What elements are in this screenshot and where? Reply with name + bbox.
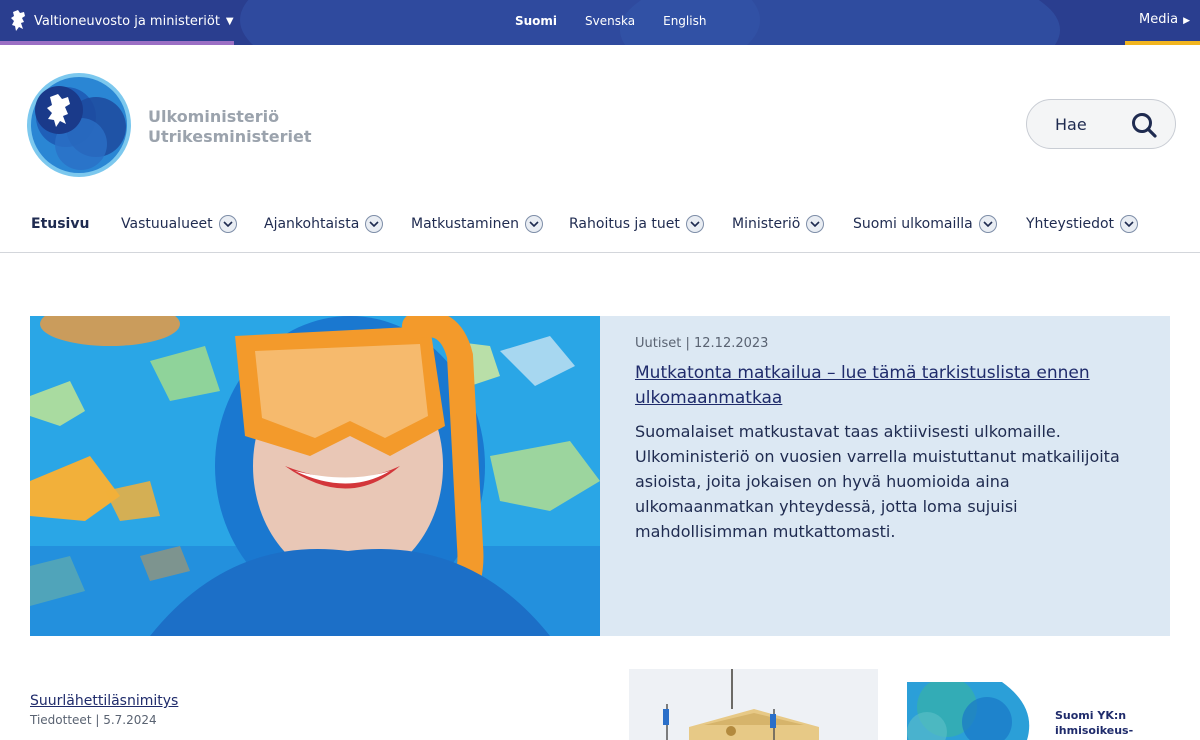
search-label: Hae <box>1055 114 1087 134</box>
caret-right-icon: ▶ <box>1183 16 1190 26</box>
nav-item-label: Ministeriö <box>732 216 801 232</box>
snorkel-photo-illustration <box>30 316 600 636</box>
news-card-image[interactable] <box>629 669 878 740</box>
chevron-down-icon[interactable] <box>685 215 704 233</box>
hero-date: 12.12.2023 <box>694 336 769 351</box>
nav-item-label: Vastuualueet <box>121 216 213 232</box>
nav-item-ministerio[interactable]: Ministeriö <box>732 213 825 235</box>
news-item-meta: Tiedotteet | 5.7.2024 <box>30 713 157 727</box>
nav-item-label: Ajankohtaista <box>264 216 360 232</box>
un-card-title-line: ihmisoikeus- <box>1055 724 1134 737</box>
nav-item-yhteystiedot[interactable]: Yhteystiedot <box>1026 213 1139 235</box>
chevron-down-icon[interactable] <box>218 215 237 233</box>
media-underline <box>1125 41 1200 45</box>
top-bar: Valtioneuvosto ja ministeriöt ▼ Suomi Sv… <box>0 0 1200 45</box>
nav-item-label: Etusivu <box>31 216 90 232</box>
nav-item-label: Rahoitus ja tuet <box>569 216 680 232</box>
language-english[interactable]: English <box>663 14 706 28</box>
language-switcher: Suomi Svenska English <box>515 14 706 28</box>
caret-down-icon: ▼ <box>225 15 234 27</box>
main-navigation: Etusivu Vastuualueet Ajankohtaista Matku… <box>0 206 1200 253</box>
nav-item-matkustaminen[interactable]: Matkustaminen <box>411 213 543 235</box>
organization-name-fi: Ulkoministeriö <box>148 107 280 126</box>
un-card-title: Suomi YK:n ihmisoikeus- <box>1055 708 1133 738</box>
government-menu-label: Valtioneuvosto ja ministeriöt <box>34 13 220 29</box>
chevron-down-icon[interactable] <box>524 215 543 233</box>
ministry-logo[interactable] <box>26 72 134 178</box>
featured-news: Uutiset | 12.12.2023 Mutkatonta matkailu… <box>30 316 1170 636</box>
chevron-down-icon[interactable] <box>1120 215 1139 233</box>
news-card-un[interactable]: Suomi YK:n ihmisoikeus- <box>907 682 1170 740</box>
language-svenska[interactable]: Svenska <box>585 14 635 28</box>
hero-category: Uutiset <box>635 336 682 351</box>
organization-name-sv: Utrikesministeriet <box>148 127 312 146</box>
nav-item-etusivu[interactable]: Etusivu <box>31 213 89 235</box>
media-label: Media <box>1139 12 1179 27</box>
nav-item-rahoitus-ja-tuet[interactable]: Rahoitus ja tuet <box>569 213 704 235</box>
government-menu-button[interactable]: Valtioneuvosto ja ministeriöt ▼ <box>10 8 234 34</box>
government-menu-underline <box>0 41 234 45</box>
chevron-down-icon[interactable] <box>978 215 997 233</box>
news-item-link[interactable]: Suurlähettiläsnimitys <box>30 693 178 709</box>
hero-body: Suomalaiset matkustavat taas aktiivisest… <box>635 422 1120 541</box>
news-item-date: 5.7.2024 <box>103 713 157 727</box>
hero-meta: Uutiset | 12.12.2023 <box>635 336 769 351</box>
nav-item-label: Suomi ulkomailla <box>853 216 973 232</box>
chevron-down-icon[interactable] <box>806 215 825 233</box>
ministry-emblem-icon <box>27 73 131 177</box>
organization-name: Ulkoministeriö Utrikesministeriet <box>148 107 312 147</box>
language-suomi[interactable]: Suomi <box>515 14 557 28</box>
news-item-category: Tiedotteet <box>30 713 92 727</box>
hero-title-link[interactable]: Mutkatonta matkailua – lue tämä tarkistu… <box>635 361 1115 411</box>
finnish-lion-icon <box>11 10 25 31</box>
nav-item-suomi-ulkomailla[interactable]: Suomi ulkomailla <box>853 213 997 235</box>
nav-item-label: Yhteystiedot <box>1026 216 1115 232</box>
media-link[interactable]: Media ▶ <box>1139 12 1190 27</box>
search-button[interactable]: Hae <box>1026 99 1176 149</box>
hero-image[interactable] <box>30 316 600 636</box>
un-card-title-line: Suomi YK:n <box>1055 709 1127 722</box>
building-photo-illustration <box>629 669 878 740</box>
chevron-down-icon[interactable] <box>365 215 384 233</box>
nav-item-vastuualueet[interactable]: Vastuualueet <box>121 213 237 235</box>
nav-item-label: Matkustaminen <box>411 216 519 232</box>
nav-item-ajankohtaista[interactable]: Ajankohtaista <box>264 213 384 235</box>
search-icon <box>1132 113 1157 138</box>
